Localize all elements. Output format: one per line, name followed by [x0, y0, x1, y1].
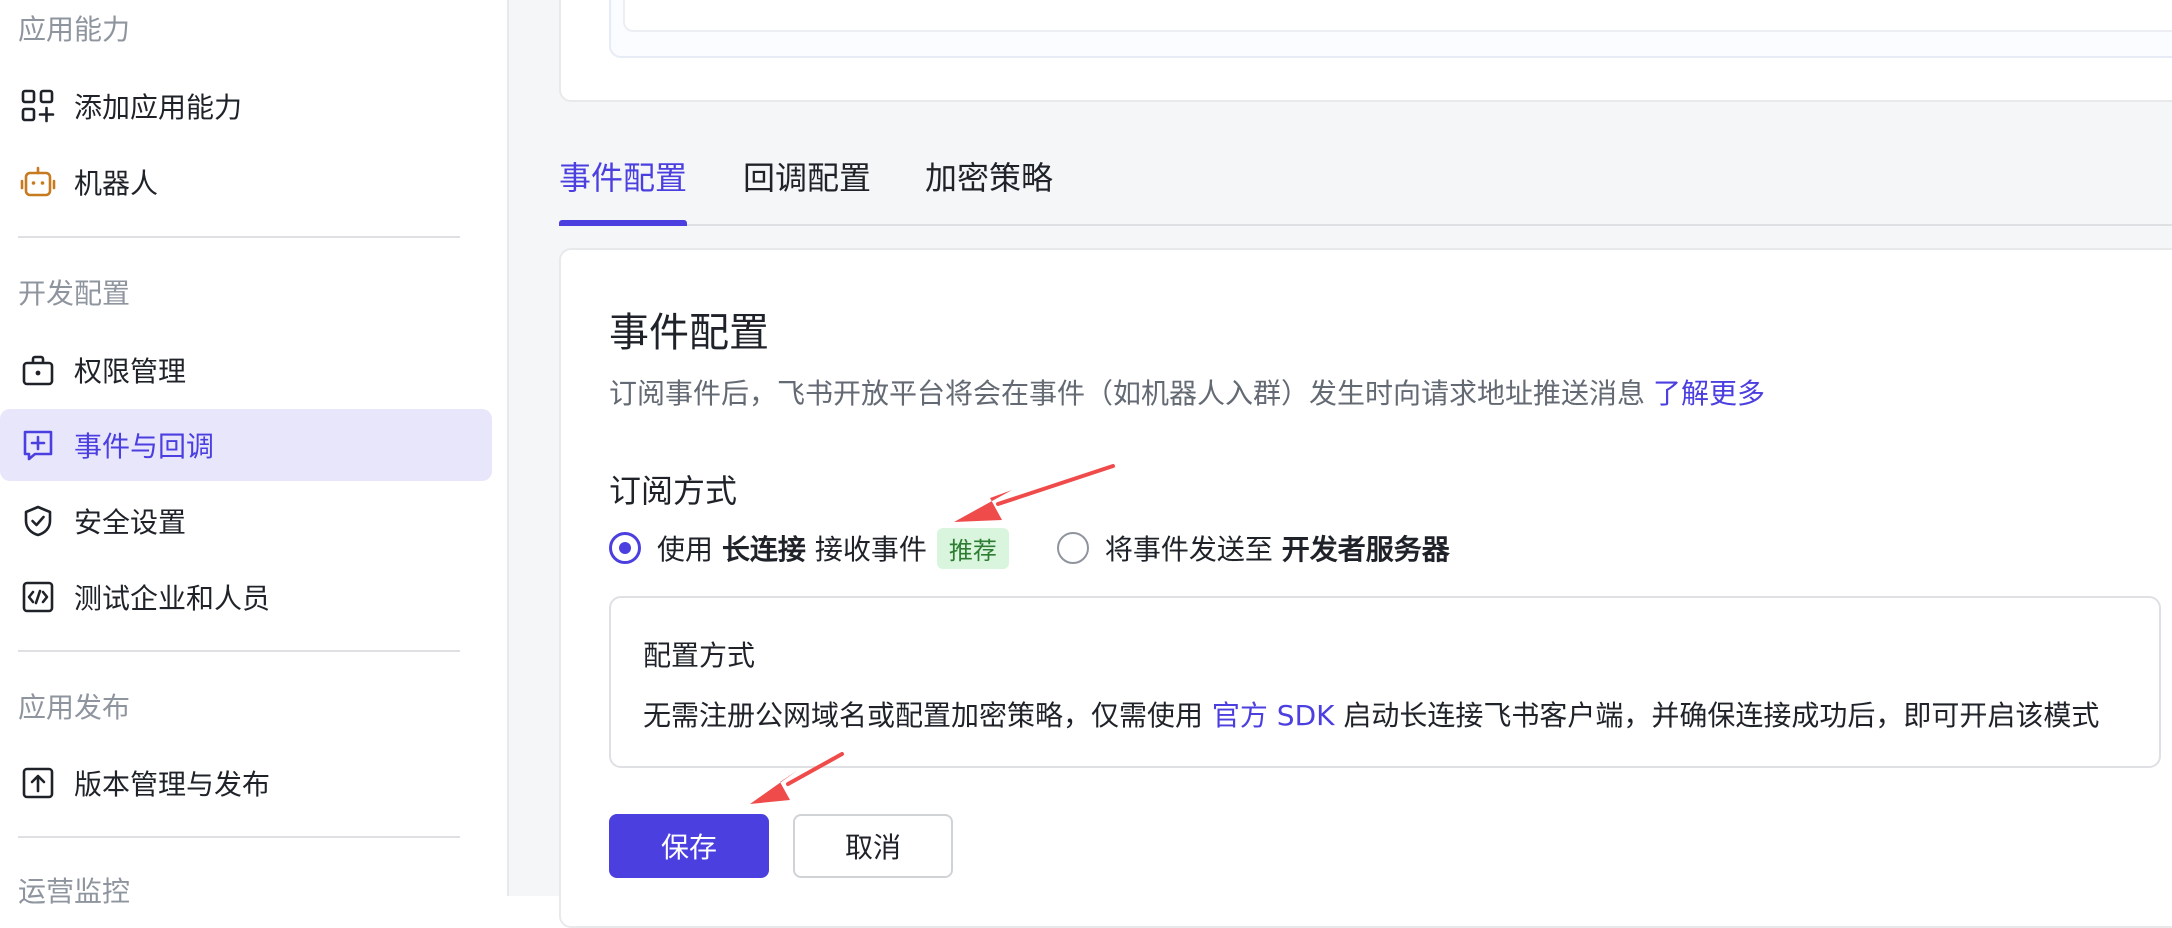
section-description: 订阅事件后，飞书开放平台将会在事件（如机器人入群）发生时向请求地址推送消息 了解更…: [609, 372, 1765, 412]
sidebar-item-security[interactable]: 安全设置: [0, 485, 492, 557]
option2-bold: 开发者服务器: [1281, 533, 1450, 566]
sidebar-item-label: 事件与回调: [74, 430, 215, 463]
option2-prefix: 将事件发送至: [1104, 533, 1273, 566]
save-button[interactable]: 保存: [609, 814, 769, 878]
learn-more-link[interactable]: 了解更多: [1653, 377, 1765, 410]
sidebar-item-label: 机器人: [74, 167, 159, 200]
code-test-icon: [20, 579, 56, 615]
subscribe-method-options: 使用 长连接 接收事件 推荐 将事件发送至 开发者服务器: [609, 526, 1450, 570]
config-method-box: 配置方式 无需注册公网域名或配置加密策略，仅需使用 官方 SDK 启动长连接飞书…: [609, 596, 2161, 768]
option1-prefix: 使用: [657, 533, 714, 566]
subscribe-method-title: 订阅方式: [609, 472, 738, 510]
config-text-after: 启动长连接飞书客户端，并确保连接成功后，即可开启该模式: [1334, 699, 2100, 732]
sidebar-item-label: 测试企业和人员: [74, 582, 271, 615]
option1-suffix: 接收事件: [814, 533, 927, 566]
config-text-before: 无需注册公网域名或配置加密策略，仅需使用: [643, 699, 1212, 732]
recommended-badge: 推荐: [936, 527, 1009, 569]
previous-card: [559, 0, 2172, 102]
group-title-dev-config: 开发配置: [18, 277, 131, 310]
sidebar-item-permissions[interactable]: 权限管理: [0, 334, 492, 406]
lock-box-icon: [20, 352, 56, 388]
previous-card-field: [623, 0, 2172, 32]
event-plus-icon: [20, 427, 56, 463]
tab-event-config[interactable]: 事件配置: [559, 140, 688, 226]
shield-check-icon: [20, 503, 56, 539]
radio-long-connection[interactable]: [609, 532, 641, 564]
sidebar-divider: [18, 650, 460, 652]
grid-plus-icon: [20, 88, 56, 124]
sidebar-item-test-org[interactable]: 测试企业和人员: [0, 561, 492, 633]
tab-callback-config[interactable]: 回调配置: [743, 140, 871, 224]
radio-developer-server[interactable]: [1056, 532, 1089, 564]
description-text: 订阅事件后，飞书开放平台将会在事件（如机器人入群）发生时向请求地址推送消息: [609, 377, 1646, 410]
option-developer-server-label[interactable]: 将事件发送至 开发者服务器: [1105, 528, 1450, 568]
sidebar-item-events-callbacks[interactable]: 事件与回调: [0, 409, 492, 481]
sidebar-divider: [18, 836, 460, 838]
option-long-connection-label[interactable]: 使用 长连接 接收事件: [657, 528, 927, 568]
config-tabs: 事件配置 回调配置 加密策略: [559, 140, 2172, 226]
sidebar-item-label: 版本管理与发布: [74, 768, 271, 801]
group-title-app-capability: 应用能力: [18, 13, 131, 46]
group-title-app-release: 应用发布: [18, 691, 131, 724]
config-method-title: 配置方式: [643, 639, 756, 672]
sidebar-item-label: 添加应用能力: [74, 91, 243, 124]
main-content: 事件配置 回调配置 加密策略 事件配置 订阅事件后，飞书开放平台将会在事件（如机…: [509, 0, 2172, 928]
previous-card-panel: [609, 0, 2172, 58]
sidebar: 应用能力 添加应用能力 机器人 开发配置 权限管理 事件与回调 安全设置 测试企…: [0, 0, 509, 908]
section-title: 事件配置: [609, 310, 769, 356]
sidebar-item-version-release[interactable]: 版本管理与发布: [0, 747, 492, 819]
sidebar-item-robot[interactable]: 机器人: [0, 146, 492, 218]
robot-icon: [20, 164, 56, 200]
tab-encryption-strategy[interactable]: 加密策略: [925, 140, 1053, 224]
cancel-button[interactable]: 取消: [793, 814, 953, 878]
sidebar-item-label: 安全设置: [74, 506, 187, 539]
group-title-ops-monitoring: 运营监控: [18, 875, 131, 908]
upload-box-icon: [20, 765, 56, 801]
sidebar-item-label: 权限管理: [74, 355, 187, 388]
config-method-text: 无需注册公网域名或配置加密策略，仅需使用 官方 SDK 启动长连接飞书客户端，并…: [643, 694, 2099, 734]
sidebar-item-add-capability[interactable]: 添加应用能力: [0, 70, 492, 142]
option1-bold: 长连接: [721, 533, 806, 566]
sidebar-divider: [18, 236, 460, 238]
event-config-card: 事件配置 订阅事件后，飞书开放平台将会在事件（如机器人入群）发生时向请求地址推送…: [559, 248, 2172, 928]
official-sdk-link[interactable]: 官方 SDK: [1212, 699, 1335, 732]
